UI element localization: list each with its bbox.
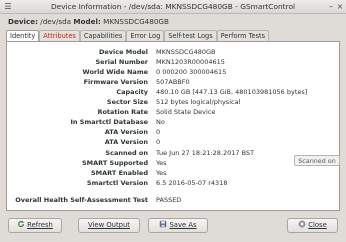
tab-error-log[interactable]: Error Log — [126, 30, 165, 41]
row-smartctl-version: Smartctl Version 6.5 2016-05-07 r4318 — [7, 179, 341, 188]
field-label: Sector Size — [106, 98, 148, 106]
identity-panel: Device Model MKNSSDCG480GB Serial Number M… — [6, 41, 340, 211]
save-as-button[interactable]: Save As — [148, 218, 208, 233]
row-rotation-rate: Rotation Rate Solid State Device — [7, 108, 341, 117]
row-smart-enabled: SMART Enabled Yes — [7, 169, 341, 178]
minimize-icon[interactable]: – — [327, 3, 335, 11]
refresh-button[interactable]: Refresh — [8, 218, 62, 233]
field-label: Capacity — [116, 88, 148, 96]
field-label: Scanned on — [105, 149, 148, 157]
row-in-smartctl-database: In Smartctl Database No — [7, 118, 341, 127]
tab-self-test-logs[interactable]: Self-test Logs — [164, 30, 217, 41]
row-world-wide-name: World Wide Name 0 000200 300004615 — [7, 68, 341, 77]
field-value: Solid State Device — [156, 108, 216, 116]
field-label: Rotation Rate — [97, 108, 148, 116]
row-firmware-version: Firmware Version 507ABBF0 — [7, 78, 341, 87]
window-title: Device Information - /dev/sda: MKNSSDCG4… — [50, 2, 296, 11]
tab-perform-tests[interactable]: Perform Tests — [216, 30, 270, 41]
field-value: PASSED — [156, 196, 182, 204]
row-scanned-on: Scanned on Tue Jun 27 18:21:28.2017 BST — [7, 149, 341, 158]
close-icon — [298, 220, 306, 228]
row-capacity: Capacity 480.10 GB [447.13 GiB, 480103981… — [7, 88, 341, 97]
field-value: MKNSSDCG480GB — [156, 48, 216, 56]
close-window-icon[interactable]: × — [336, 3, 344, 11]
device-summary: Device: /dev/sda Model: MKNSSDCG480GB — [8, 17, 169, 26]
row-overall-health: Overall Health Self-Assessment Test PASSE… — [7, 196, 341, 205]
field-value: 507ABBF0 — [156, 78, 190, 86]
model-label: Model: — [73, 17, 101, 26]
field-label: Firmware Version — [83, 78, 148, 86]
refresh-label: Refresh — [27, 221, 53, 229]
view-output-button[interactable]: View Output — [78, 218, 140, 233]
close-label: Close — [308, 221, 327, 229]
field-value: 6.5 2016-05-07 r4318 — [156, 179, 228, 187]
field-value: Yes — [156, 159, 167, 167]
refresh-icon — [18, 220, 25, 227]
field-label: ATA Version — [104, 138, 148, 146]
field-label: ATA Version — [104, 128, 148, 136]
row-ata-version-2: ATA Version 0 — [7, 138, 341, 147]
field-value: No — [156, 118, 165, 126]
field-value: 0 — [156, 128, 161, 136]
row-device-model: Device Model MKNSSDCG480GB — [7, 48, 341, 57]
field-value: 480.10 GB [447.13 GiB, 480103981056 byte… — [156, 88, 308, 96]
scanned-on-button[interactable]: Scanned on — [294, 155, 340, 166]
field-label: Smartctl Version — [86, 179, 148, 187]
device-label: Device: — [8, 17, 38, 26]
save-icon — [160, 220, 167, 228]
save-as-label: Save As — [169, 221, 197, 229]
field-label: Device Model — [98, 48, 148, 56]
field-label: Overall Health Self-Assessment Test — [15, 196, 148, 204]
field-label: SMART Supported — [81, 159, 148, 167]
tab-bar: Identity Attributes Capabilities Error L… — [6, 30, 270, 42]
field-label: SMART Enabled — [91, 169, 148, 177]
field-label: In Smartctl Database — [70, 118, 148, 126]
device-path: /dev/sda — [40, 17, 72, 26]
device-model: MKNSSDCG480GB — [103, 17, 169, 26]
row-ata-version: ATA Version 0 — [7, 128, 341, 137]
field-value: 0 000200 300004615 — [156, 68, 227, 76]
field-value: 512 bytes logical/physical — [156, 98, 241, 106]
view-output-label: View Output — [88, 221, 130, 229]
close-button[interactable]: Close — [287, 218, 338, 233]
field-value: MKN1203R00004615 — [156, 58, 225, 66]
field-label: Serial Number — [95, 58, 148, 66]
row-smart-supported: SMART Supported Yes — [7, 159, 341, 168]
field-value: Tue Jun 27 18:21:28.2017 BST — [156, 149, 255, 157]
title-bar: ☰ Device Information - /dev/sda: MKNSSDC… — [0, 0, 346, 14]
button-bar: Refresh View Output Save As Close — [0, 215, 346, 237]
field-label: World Wide Name — [82, 68, 148, 76]
field-value: 0 — [156, 138, 161, 146]
tab-attributes[interactable]: Attributes — [39, 30, 80, 41]
row-sector-size: Sector Size 512 bytes logical/physical — [7, 98, 341, 107]
field-value: Yes — [156, 169, 167, 177]
row-serial-number: Serial Number MKN1203R00004615 — [7, 58, 341, 67]
tab-capabilities[interactable]: Capabilities — [79, 30, 127, 41]
